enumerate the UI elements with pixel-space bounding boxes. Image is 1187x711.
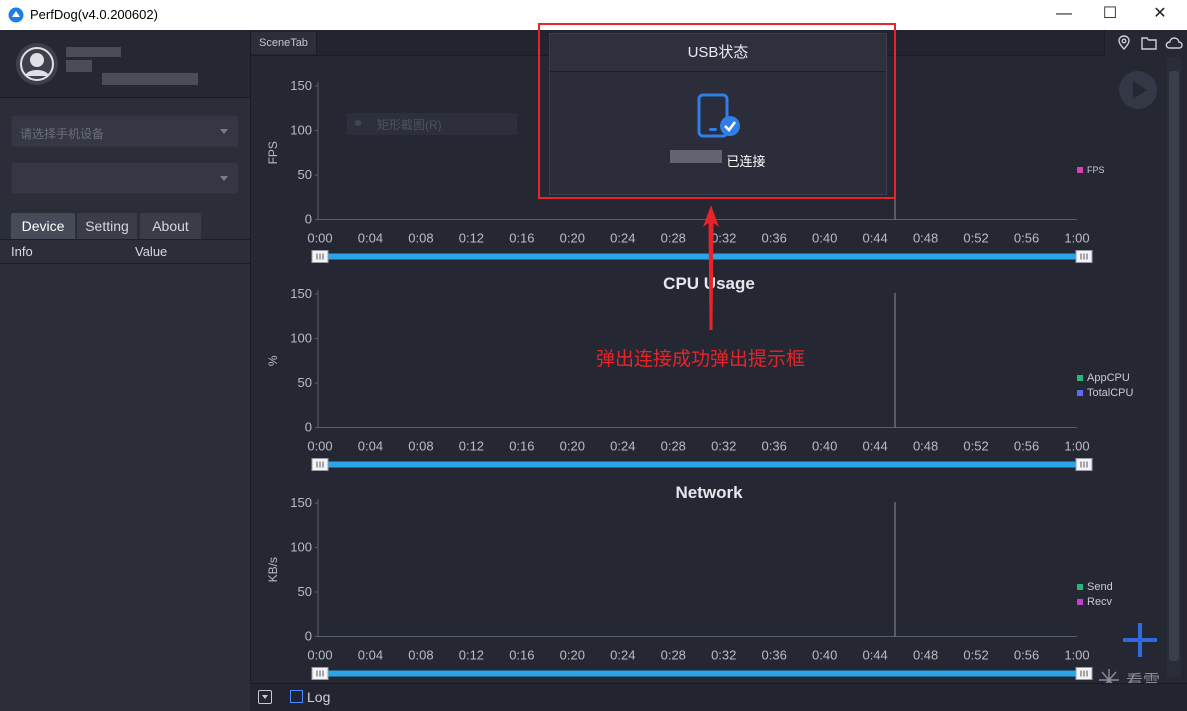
legend-appcpu: AppCPU bbox=[1077, 372, 1130, 384]
x-tick-label: 0:32 bbox=[711, 439, 736, 454]
x-tick-label: 0:40 bbox=[812, 231, 837, 246]
x-tick-label: 0:28 bbox=[661, 648, 686, 663]
x-tick-label: 0:24 bbox=[610, 231, 635, 246]
x-tick-label: 0:12 bbox=[459, 648, 484, 663]
x-tick-label: 0:48 bbox=[913, 439, 938, 454]
collapse-toggle-button[interactable] bbox=[258, 690, 272, 704]
x-tick-label: 1:00 bbox=[1064, 648, 1089, 663]
x-tick-label: 0:52 bbox=[963, 231, 988, 246]
x-tick-label: 0:20 bbox=[560, 648, 585, 663]
x-tick-label: 0:08 bbox=[408, 439, 433, 454]
x-tick-label: 0:44 bbox=[862, 648, 887, 663]
y-tick-label: 50 bbox=[298, 375, 312, 390]
x-tick-label: 0:52 bbox=[963, 439, 988, 454]
legend-fps: FPS bbox=[1077, 164, 1105, 176]
connection-status-text: 已连接 bbox=[726, 154, 766, 169]
arrow-up-icon bbox=[703, 205, 719, 330]
x-tick-label: 0:08 bbox=[408, 648, 433, 663]
x-tick-label: 0:00 bbox=[307, 231, 332, 246]
x-tick-label: 0:32 bbox=[711, 648, 736, 663]
x-tick-label: 1:00 bbox=[1064, 439, 1089, 454]
x-tick-label: 0:52 bbox=[963, 648, 988, 663]
x-tick-label: 0:44 bbox=[862, 439, 887, 454]
faded-screenshot-hint: 矩形截图(R) bbox=[347, 113, 517, 135]
legend-send: Send bbox=[1077, 581, 1113, 593]
x-tick-label: 0:16 bbox=[509, 439, 534, 454]
x-tick-label: 0:04 bbox=[358, 231, 383, 246]
legend-recv: Recv bbox=[1077, 596, 1112, 608]
x-tick-label: 0:28 bbox=[661, 439, 686, 454]
y-axis-label: FPS bbox=[266, 141, 280, 164]
x-tick-label: 1:00 bbox=[1064, 231, 1089, 246]
x-tick-label: 0:36 bbox=[762, 439, 787, 454]
x-tick-label: 0:20 bbox=[560, 231, 585, 246]
x-tick-label: 0:36 bbox=[762, 231, 787, 246]
x-tick-label: 0:12 bbox=[459, 439, 484, 454]
y-tick-label: 0 bbox=[305, 212, 312, 227]
legend-totalcpu: TotalCPU bbox=[1077, 387, 1133, 399]
x-tick-label: 0:12 bbox=[459, 231, 484, 246]
legend-fps-label: FPS bbox=[1087, 165, 1105, 175]
bottom-bar: Log bbox=[250, 683, 1187, 711]
chart-title: Network bbox=[675, 483, 743, 502]
y-tick-label: 0 bbox=[305, 420, 312, 435]
usb-status-dialog: USB状态 已连接 bbox=[549, 33, 887, 195]
y-tick-label: 50 bbox=[298, 167, 312, 182]
x-tick-label: 0:40 bbox=[812, 439, 837, 454]
range-slider-track bbox=[320, 670, 1077, 677]
y-tick-label: 150 bbox=[290, 495, 312, 510]
x-tick-label: 0:24 bbox=[610, 648, 635, 663]
y-axis-label: % bbox=[266, 355, 280, 366]
dialog-title: USB状态 bbox=[550, 34, 886, 72]
y-tick-label: 100 bbox=[290, 540, 312, 555]
x-tick-label: 0:40 bbox=[812, 648, 837, 663]
x-tick-label: 0:56 bbox=[1014, 439, 1039, 454]
y-tick-label: 50 bbox=[298, 584, 312, 599]
annotation-text: 弹出连接成功弹出提示框 bbox=[596, 348, 806, 370]
x-tick-label: 0:56 bbox=[1014, 231, 1039, 246]
x-tick-label: 0:00 bbox=[307, 439, 332, 454]
scrollbar-thumb[interactable] bbox=[1169, 71, 1179, 661]
y-tick-label: 150 bbox=[290, 78, 312, 93]
legend-recv-label: Recv bbox=[1087, 596, 1113, 608]
add-icon[interactable] bbox=[1121, 621, 1159, 659]
x-tick-label: 0:04 bbox=[358, 439, 383, 454]
y-tick-label: 100 bbox=[290, 123, 312, 138]
play-icon[interactable] bbox=[1118, 70, 1158, 110]
x-tick-label: 0:36 bbox=[762, 648, 787, 663]
x-tick-label: 0:48 bbox=[913, 648, 938, 663]
x-tick-label: 0:44 bbox=[862, 231, 887, 246]
x-tick-label: 0:48 bbox=[913, 231, 938, 246]
y-tick-label: 100 bbox=[290, 331, 312, 346]
x-tick-label: 0:16 bbox=[509, 231, 534, 246]
y-axis-label: KB/s bbox=[266, 557, 280, 582]
log-checkbox[interactable] bbox=[290, 690, 303, 703]
y-tick-label: 0 bbox=[305, 629, 312, 644]
legend-appcpu-label: AppCPU bbox=[1087, 372, 1130, 384]
dot-icon bbox=[355, 120, 361, 126]
x-tick-label: 0:08 bbox=[408, 231, 433, 246]
x-tick-label: 0:56 bbox=[1014, 648, 1039, 663]
connection-status: 已连接 bbox=[550, 151, 886, 170]
legend-totalcpu-label: TotalCPU bbox=[1087, 387, 1134, 399]
x-tick-label: 0:24 bbox=[610, 439, 635, 454]
x-tick-label: 0:16 bbox=[509, 648, 534, 663]
x-tick-label: 0:28 bbox=[661, 231, 686, 246]
range-slider-track bbox=[320, 253, 1077, 260]
log-label[interactable]: Log bbox=[307, 689, 330, 705]
vertical-scrollbar[interactable] bbox=[1167, 57, 1181, 677]
y-tick-label: 150 bbox=[290, 286, 312, 301]
legend-send-label: Send bbox=[1087, 581, 1113, 593]
faded-overlay-text: 矩形截图(R) bbox=[377, 118, 442, 132]
phone-connected-icon bbox=[697, 93, 740, 138]
x-tick-label: 0:00 bbox=[307, 648, 332, 663]
range-slider-track bbox=[320, 461, 1077, 468]
x-tick-label: 0:04 bbox=[358, 648, 383, 663]
x-tick-label: 0:20 bbox=[560, 439, 585, 454]
